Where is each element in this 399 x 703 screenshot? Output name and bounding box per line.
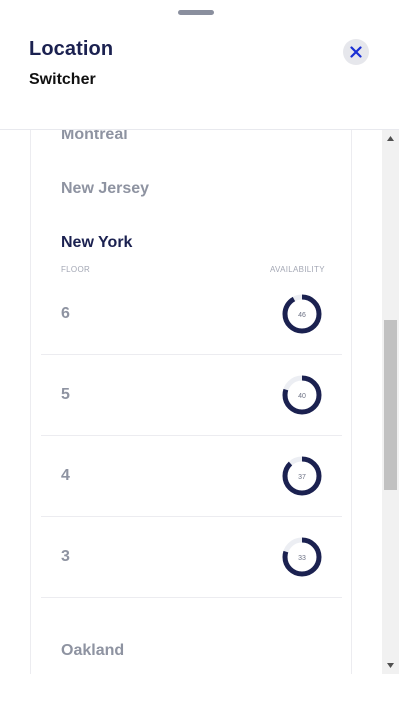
availability-value: 33 xyxy=(298,555,306,562)
availability-donut: 33 xyxy=(282,537,322,577)
location-item-new-york[interactable]: New York xyxy=(61,234,132,252)
vertical-scrollbar[interactable] xyxy=(382,130,399,674)
scroll-thumb[interactable] xyxy=(384,320,397,490)
scroll-down-arrow-icon xyxy=(387,663,394,668)
floor-column-header: FLOOR xyxy=(61,265,91,274)
location-panel: Montreal New Jersey New York FLOOR AVAIL… xyxy=(30,130,352,674)
floor-number: 3 xyxy=(61,548,70,565)
sheet-header: Location Switcher xyxy=(0,0,399,130)
page-subtitle: Switcher xyxy=(29,71,96,88)
close-button[interactable] xyxy=(343,39,369,65)
floor-number: 5 xyxy=(61,386,70,403)
scroll-down-button[interactable] xyxy=(382,657,399,674)
availability-value: 37 xyxy=(298,474,306,481)
floor-row[interactable]: 3 33 xyxy=(41,517,342,598)
floor-number: 4 xyxy=(61,467,70,484)
page-title: Location xyxy=(29,38,114,60)
floor-row[interactable]: 4 37 xyxy=(41,436,342,517)
floor-row[interactable]: 5 40 xyxy=(41,355,342,436)
scroll-up-arrow-icon xyxy=(387,136,394,141)
availability-donut: 46 xyxy=(282,294,322,334)
location-item-montreal[interactable]: Montreal xyxy=(61,130,128,144)
floor-row[interactable]: 6 46 xyxy=(41,274,342,355)
availability-value: 40 xyxy=(298,393,306,400)
location-list: Montreal New Jersey New York FLOOR AVAIL… xyxy=(0,130,382,674)
location-item-new-jersey[interactable]: New Jersey xyxy=(61,180,149,198)
availability-donut: 40 xyxy=(282,375,322,415)
availability-donut: 37 xyxy=(282,456,322,496)
scroll-up-button[interactable] xyxy=(382,130,399,147)
availability-value: 46 xyxy=(298,312,306,319)
location-item-oakland[interactable]: Oakland xyxy=(61,642,124,660)
floor-number: 6 xyxy=(61,305,70,322)
close-icon xyxy=(350,46,362,58)
availability-column-header: AVAILABILITY xyxy=(270,265,325,274)
location-switcher-sheet: Location Switcher Montreal New Jersey Ne… xyxy=(0,0,399,703)
